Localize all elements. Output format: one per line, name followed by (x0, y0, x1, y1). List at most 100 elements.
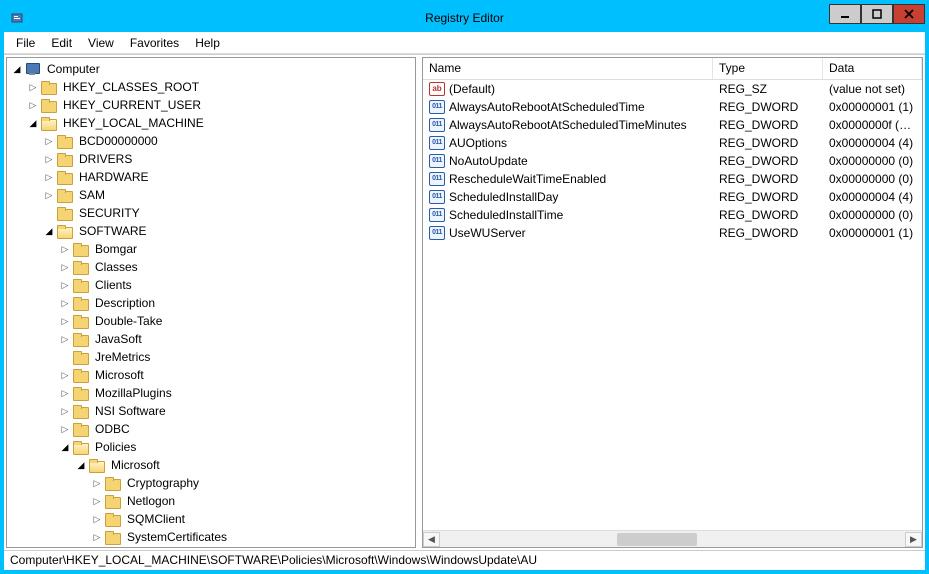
expander-icon[interactable]: ▷ (59, 279, 71, 291)
tree-node-computer[interactable]: ◢ Computer (7, 60, 415, 78)
expander-icon[interactable]: ▷ (43, 153, 55, 165)
expander-icon[interactable]: ▷ (91, 531, 103, 543)
expander-icon[interactable]: ◢ (43, 225, 55, 237)
tree-node-microsoft[interactable]: ▷Microsoft (7, 366, 415, 384)
tree-node-hardware[interactable]: ▷ HARDWARE (7, 168, 415, 186)
menu-help[interactable]: Help (187, 34, 228, 52)
expander-icon[interactable]: ▷ (27, 81, 39, 93)
expander-icon[interactable]: ◢ (75, 459, 87, 471)
tree-label: Netlogon (125, 493, 177, 509)
folder-icon (57, 134, 73, 148)
maximize-button[interactable] (861, 4, 893, 24)
expander-icon[interactable]: ▷ (43, 189, 55, 201)
value-type: REG_DWORD (713, 117, 823, 133)
tree-node-sqmclient[interactable]: ▷ SQMClient (7, 510, 415, 528)
expander-icon[interactable]: ◢ (59, 441, 71, 453)
tree-node-clients[interactable]: ▷Clients (7, 276, 415, 294)
expander-icon[interactable]: ◢ (27, 117, 39, 129)
expander-icon[interactable]: ▷ (59, 243, 71, 255)
expander-icon[interactable]: ▷ (91, 477, 103, 489)
dword-value-icon (429, 208, 445, 222)
column-header-type[interactable]: Type (713, 58, 823, 79)
tree-label: MozillaPlugins (93, 385, 174, 401)
expander-icon[interactable]: ▷ (43, 171, 55, 183)
tree-node-mozillaplugins[interactable]: ▷ MozillaPlugins (7, 384, 415, 402)
list-row[interactable]: AlwaysAutoRebootAtScheduledTimeREG_DWORD… (423, 98, 922, 116)
list-row[interactable]: NoAutoUpdateREG_DWORD0x00000000 (0) (423, 152, 922, 170)
scroll-right-arrow-icon[interactable]: ▶ (905, 532, 922, 547)
folder-icon (105, 476, 121, 490)
scroll-track[interactable] (440, 532, 905, 547)
expander-icon[interactable]: ▷ (59, 369, 71, 381)
list-row[interactable]: RescheduleWaitTimeEnabledREG_DWORD0x0000… (423, 170, 922, 188)
list-row[interactable]: ScheduledInstallDayREG_DWORD0x00000004 (… (423, 188, 922, 206)
menu-favorites[interactable]: Favorites (122, 34, 187, 52)
expander-icon[interactable]: ▷ (59, 405, 71, 417)
tree-node-policies-microsoft[interactable]: ◢Microsoft (7, 456, 415, 474)
expander-icon[interactable]: ▷ (43, 135, 55, 147)
column-header-data[interactable]: Data (823, 58, 922, 79)
tree-node-doubletake[interactable]: ▷Double-Take (7, 312, 415, 330)
expander-icon[interactable]: ◢ (11, 63, 23, 75)
tree-node-classes[interactable]: ▷Classes (7, 258, 415, 276)
tree-node-drivers[interactable]: ▷ DRIVERS (7, 150, 415, 168)
column-header-name[interactable]: Name (423, 58, 713, 79)
tree-node-hkcr[interactable]: ▷ HKEY_CLASSES_ROOT (7, 78, 415, 96)
horizontal-scrollbar[interactable]: ◀ ▶ (423, 530, 922, 547)
tree-node-jremetrics[interactable]: ▷JreMetrics (7, 348, 415, 366)
tree-node-software[interactable]: ◢ SOFTWARE (7, 222, 415, 240)
tree-label: ODBC (93, 421, 132, 437)
expander-icon[interactable]: ▷ (59, 333, 71, 345)
list-row[interactable]: AUOptionsREG_DWORD0x00000004 (4) (423, 134, 922, 152)
expander-icon[interactable]: ▷ (59, 423, 71, 435)
folder-icon (73, 278, 89, 292)
dword-value-icon (429, 226, 445, 240)
expander-icon[interactable]: ▷ (59, 315, 71, 327)
expander-icon[interactable]: ▷ (59, 297, 71, 309)
tree-pane[interactable]: ◢ Computer ▷ HKEY_CLASSES_ROOT ▷ (6, 57, 416, 548)
tree-node-security[interactable]: ▷ SECURITY (7, 204, 415, 222)
tree-node-hkcu[interactable]: ▷ HKEY_CURRENT_USER (7, 96, 415, 114)
tree-node-systemcertificates[interactable]: ▷SystemCertificates (7, 528, 415, 546)
value-data: 0x00000004 (4) (823, 189, 922, 205)
value-type: REG_DWORD (713, 207, 823, 223)
tree-node-odbc[interactable]: ▷ ODBC (7, 420, 415, 438)
list-body[interactable]: (Default)REG_SZ(value not set)AlwaysAuto… (423, 80, 922, 530)
expander-icon[interactable]: ▷ (91, 495, 103, 507)
tree-node-bomgar[interactable]: ▷Bomgar (7, 240, 415, 258)
tree-node-policies[interactable]: ◢Policies (7, 438, 415, 456)
tree-label: SOFTWARE (77, 223, 149, 239)
tree-node-description[interactable]: ▷Description (7, 294, 415, 312)
scroll-thumb[interactable] (617, 533, 697, 546)
tree-node-cryptography[interactable]: ▷Cryptography (7, 474, 415, 492)
expander-icon[interactable]: ▷ (59, 387, 71, 399)
list-row[interactable]: UseWUServerREG_DWORD0x00000001 (1) (423, 224, 922, 242)
minimize-button[interactable] (829, 4, 861, 24)
tree-label: SQMClient (125, 511, 187, 527)
tree-node-hklm[interactable]: ◢ HKEY_LOCAL_MACHINE (7, 114, 415, 132)
value-type: REG_DWORD (713, 171, 823, 187)
expander-icon[interactable]: ▷ (91, 513, 103, 525)
list-row[interactable]: AlwaysAutoRebootAtScheduledTimeMinutesRE… (423, 116, 922, 134)
tree-node-bcd[interactable]: ▷ BCD00000000 (7, 132, 415, 150)
folder-icon (73, 260, 89, 274)
tree-node-sam[interactable]: ▷ SAM (7, 186, 415, 204)
menu-file[interactable]: File (8, 34, 43, 52)
menu-edit[interactable]: Edit (43, 34, 80, 52)
expander-icon[interactable]: ▷ (27, 99, 39, 111)
tree-node-nsisoftware[interactable]: ▷NSI Software (7, 402, 415, 420)
value-name: (Default) (449, 82, 495, 96)
value-data: 0x00000000 (0) (823, 153, 922, 169)
tree-node-netlogon[interactable]: ▷ Netlogon (7, 492, 415, 510)
folder-icon (73, 440, 89, 454)
menubar: File Edit View Favorites Help (4, 32, 925, 54)
scroll-left-arrow-icon[interactable]: ◀ (423, 532, 440, 547)
tree-node-javasoft[interactable]: ▷JavaSoft (7, 330, 415, 348)
list-row[interactable]: (Default)REG_SZ(value not set) (423, 80, 922, 98)
menu-view[interactable]: View (80, 34, 122, 52)
list-row[interactable]: ScheduledInstallTimeREG_DWORD0x00000000 … (423, 206, 922, 224)
titlebar[interactable]: Registry Editor (4, 4, 925, 32)
expander-icon[interactable]: ▷ (59, 261, 71, 273)
close-button[interactable] (893, 4, 925, 24)
folder-icon (105, 512, 121, 526)
